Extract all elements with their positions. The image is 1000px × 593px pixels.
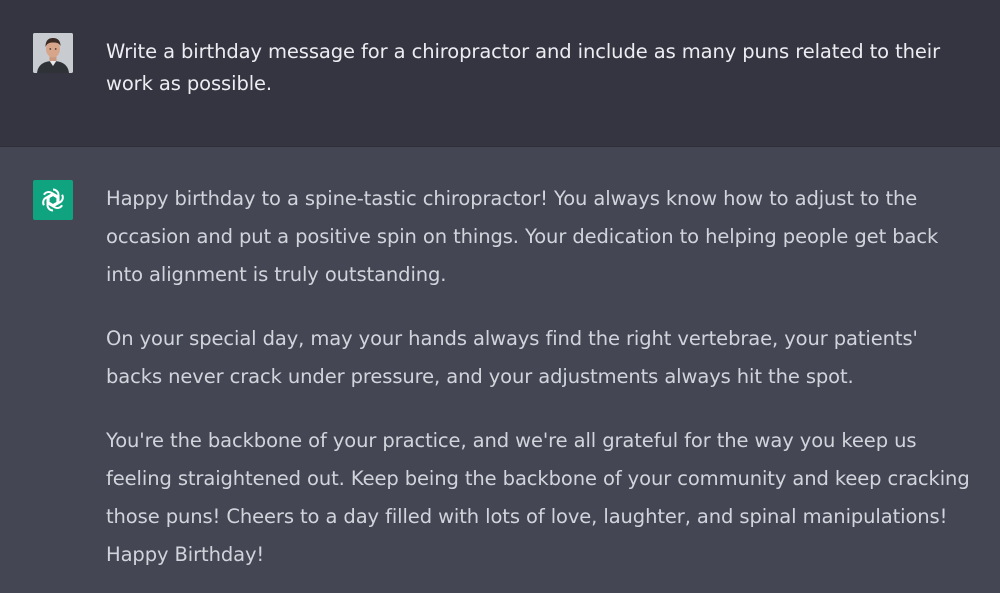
user-message-text: Write a birthday message for a chiroprac… [106, 40, 940, 95]
user-message-row: Write a birthday message for a chiroprac… [0, 0, 1000, 147]
assistant-paragraph-1: Happy birthday to a spine-tastic chiropr… [106, 187, 939, 286]
assistant-message-text: Happy birthday to a spine-tastic chiropr… [106, 180, 976, 574]
openai-logo-icon [42, 188, 64, 212]
assistant-message-row: Happy birthday to a spine-tastic chiropr… [0, 147, 1000, 593]
assistant-paragraph-3: You're the backbone of your practice, an… [106, 429, 970, 566]
user-photo-icon [33, 33, 73, 73]
assistant-paragraph-2: On your special day, may your hands alwa… [106, 327, 918, 388]
chat-thread: Write a birthday message for a chiroprac… [0, 0, 1000, 593]
user-avatar [33, 33, 73, 73]
assistant-avatar [33, 180, 73, 220]
